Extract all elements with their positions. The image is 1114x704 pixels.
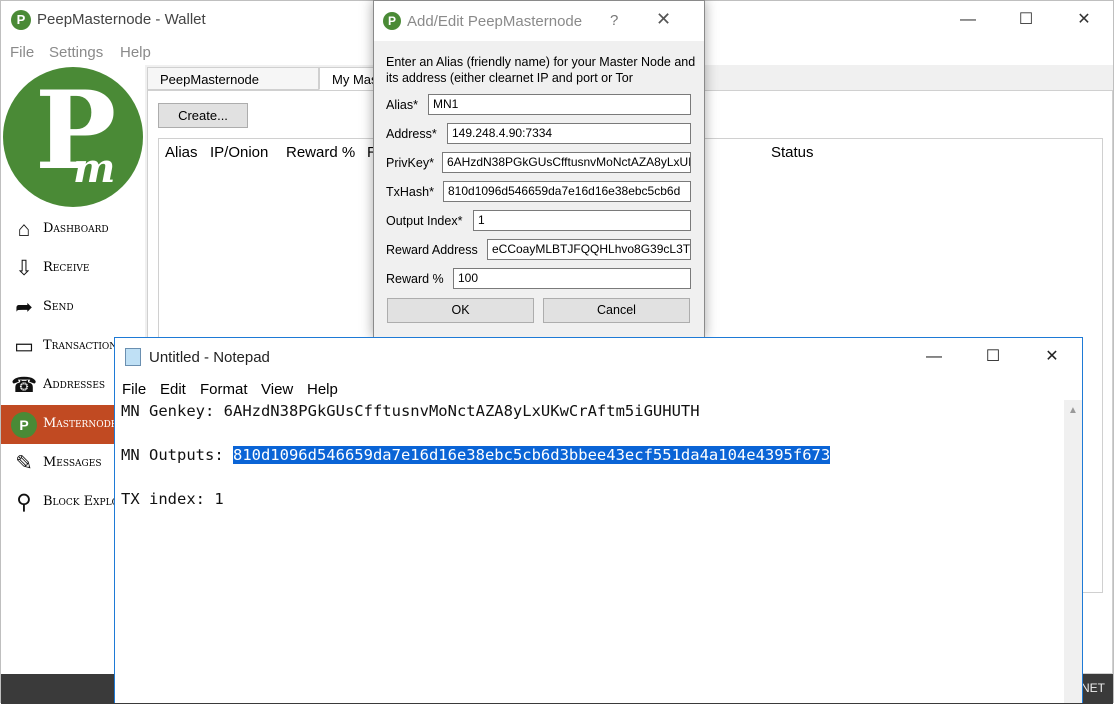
reward-percent-field[interactable]: 100 [453, 268, 691, 289]
home-icon: ⌂ [17, 218, 31, 241]
masternode-icon: P [11, 412, 37, 438]
txhash-label: TxHash* [386, 185, 434, 199]
sidebar-item-receive[interactable]: ⇩ Receive [1, 249, 145, 288]
dialog-title: Add/Edit PeepMasternode [407, 13, 583, 30]
menu-view[interactable]: View [261, 381, 293, 398]
sidebar-item-label: Dashboard [43, 221, 109, 236]
close-icon[interactable]: ✕ [1055, 1, 1113, 39]
sidebar-item-send[interactable]: ➦ Send [1, 288, 145, 327]
menu-file[interactable]: File [122, 381, 146, 398]
menu-format[interactable]: Format [200, 381, 248, 398]
txhash-field[interactable]: 810d1096d546659da7e16d16e38ebc5cb6d [443, 181, 691, 202]
privkey-label: PrivKey* [386, 156, 434, 170]
sidebar-item-label: Send [43, 299, 74, 314]
menu-edit[interactable]: Edit [160, 381, 186, 398]
close-icon[interactable]: ✕ [656, 9, 671, 30]
genkey-line: MN Genkey: 6AHzdN38PGkGUsCfftusnvMoNctAZ… [121, 402, 700, 420]
column-header-alias[interactable]: Alias [165, 144, 198, 161]
receive-icon: ⇩ [15, 257, 33, 280]
column-header-reward[interactable]: Reward % [286, 144, 355, 161]
notepad-window: Untitled - Notepad — ☐ ✕ File Edit Forma… [114, 337, 1083, 703]
privkey-field[interactable]: 6AHzdN38PGkGUsCfftusnvMoNctAZA8yLxUK [442, 152, 691, 173]
tab-my-masternodes[interactable]: My Masternodes [319, 67, 379, 90]
sidebar-item-label: Receive [43, 260, 90, 275]
logo-sub-letter: m [73, 145, 116, 192]
close-icon[interactable]: ✕ [1023, 338, 1081, 376]
cancel-button[interactable]: Cancel [543, 298, 690, 323]
notepad-title: Untitled - Notepad [149, 349, 270, 366]
ok-button[interactable]: OK [387, 298, 534, 323]
reward-percent-label: Reward % [386, 272, 444, 286]
column-header-status[interactable]: Status [771, 144, 814, 161]
tx-index-line: TX index: 1 [121, 490, 224, 508]
send-icon: ➦ [15, 296, 33, 319]
reward-address-field[interactable]: eCCoayMLBTJFQQHLhvo8G39cL3Tg [487, 239, 691, 260]
help-icon[interactable]: ? [610, 12, 618, 29]
menu-help[interactable]: Help [307, 381, 338, 398]
outputs-label: MN Outputs: [121, 446, 233, 464]
app-logo-icon: P [383, 12, 401, 30]
transactions-icon: ▭ [14, 335, 34, 358]
peep-logo: P m [3, 67, 143, 207]
dialog-titlebar[interactable]: P Add/Edit PeepMasternode ? ✕ [374, 1, 704, 41]
network-label: NET [1081, 681, 1105, 695]
alias-field[interactable]: MN1 [428, 94, 691, 115]
minimize-icon[interactable]: — [939, 1, 997, 39]
sidebar-item-dashboard[interactable]: ⌂ Dashboard [1, 210, 145, 249]
pencil-icon: ✎ [15, 452, 33, 475]
app-logo-icon: P [11, 10, 31, 30]
address-field[interactable]: 149.248.4.90:7334 [447, 123, 691, 144]
notepad-titlebar[interactable]: Untitled - Notepad — ☐ ✕ [115, 338, 1082, 376]
column-header-ip[interactable]: IP/Onion [210, 144, 268, 161]
menu-file[interactable]: File [10, 44, 34, 61]
output-index-field[interactable]: 1 [473, 210, 691, 231]
notepad-icon [125, 348, 141, 366]
reward-address-label: Reward Address [386, 243, 478, 257]
maximize-icon[interactable]: ☐ [964, 338, 1022, 376]
menu-settings[interactable]: Settings [49, 44, 103, 61]
address-label: Address* [386, 127, 437, 141]
window-title: PeepMasternode - Wallet [37, 11, 206, 28]
maximize-icon[interactable]: ☐ [997, 1, 1055, 39]
vertical-scrollbar[interactable]: ▲ [1064, 400, 1082, 703]
alias-label: Alias* [386, 98, 418, 112]
selected-text[interactable]: 810d1096d546659da7e16d16e38ebc5cb6d3bbee… [232, 446, 831, 464]
output-index-label: Output Index* [386, 214, 463, 228]
minimize-icon[interactable]: — [905, 338, 963, 376]
tab-network[interactable]: PeepMasternode Network [147, 67, 319, 110]
outputs-line: MN Outputs: 810d1096d546659da7e16d16e38e… [121, 446, 831, 464]
magnifier-icon: ⚲ [16, 491, 32, 514]
add-edit-masternode-dialog: P Add/Edit PeepMasternode ? ✕ Enter an A… [373, 0, 705, 338]
create-button[interactable]: Create... [158, 103, 248, 128]
dialog-description: Enter an Alias (friendly name) for your … [386, 55, 696, 85]
notepad-text-area[interactable]: MN Genkey: 6AHzdN38PGkGUsCfftusnvMoNctAZ… [115, 400, 1064, 703]
scroll-up-icon[interactable]: ▲ [1064, 402, 1082, 420]
address-book-icon: ☎ [11, 374, 38, 397]
menu-help[interactable]: Help [120, 44, 151, 61]
